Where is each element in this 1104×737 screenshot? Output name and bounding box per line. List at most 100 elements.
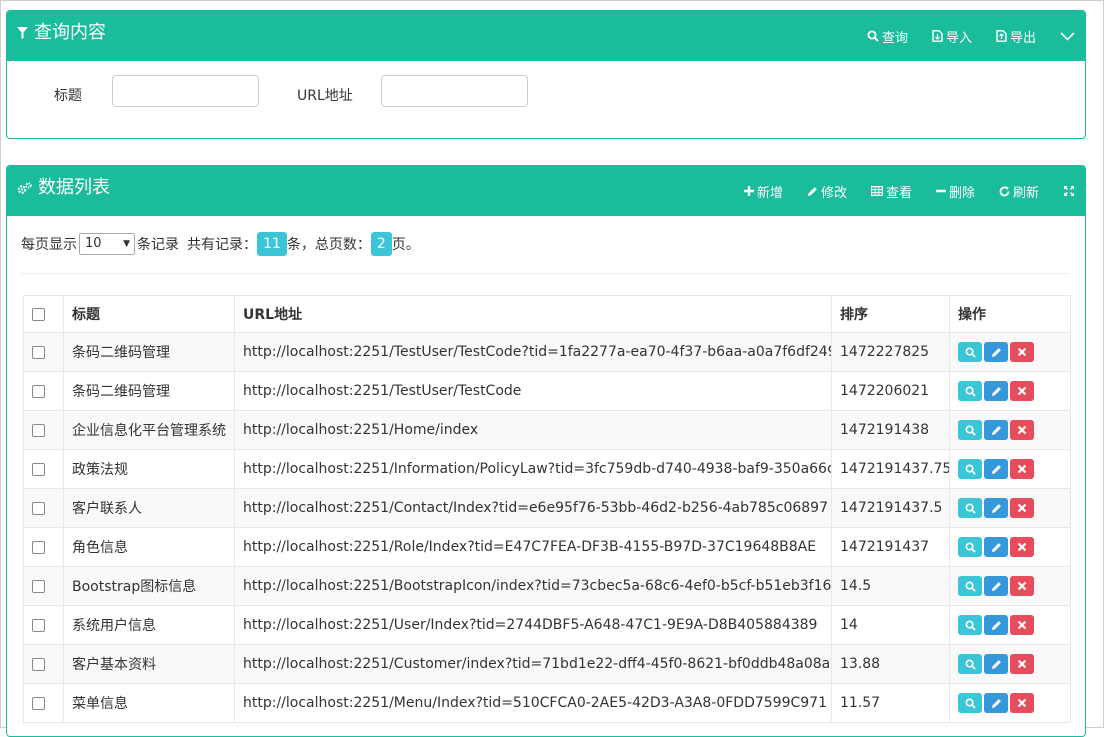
query-toolbar: 查询 导入 导出 — [843, 11, 1075, 61]
table-row[interactable]: 条码二维码管理 http://localhost:2251/TestUser/Te… — [23, 371, 1071, 411]
row-edit-button[interactable] — [984, 537, 1008, 557]
row-sort: 1472191438 — [831, 410, 950, 450]
row-url: http://localhost:2251/Contact/Index?tid=… — [234, 488, 832, 528]
search-icon — [965, 347, 976, 358]
row-title: 条码二维码管理 — [63, 332, 235, 372]
row-sort: 1472191437 — [831, 527, 950, 567]
table-row[interactable]: 菜单信息 http://localhost:2251/Menu/Index?tid… — [23, 683, 1071, 723]
row-edit-button[interactable] — [984, 342, 1008, 362]
row-view-button[interactable] — [958, 654, 982, 674]
row-checkbox[interactable] — [32, 657, 45, 671]
table-header-row: 标题 URL地址 排序 操作 — [23, 295, 1071, 333]
page-size-prefix: 每页显示 — [21, 237, 77, 253]
filter-icon — [17, 27, 28, 39]
table-row[interactable]: Bootstrap图标信息 http://localhost:2251/Boots… — [23, 566, 1071, 606]
edit-button[interactable]: 修改 — [807, 182, 847, 201]
row-select-cell — [23, 488, 64, 528]
collapse-button[interactable] — [1060, 31, 1075, 41]
row-checkbox[interactable] — [32, 423, 45, 437]
row-view-button[interactable] — [958, 381, 982, 401]
row-select-cell — [23, 332, 64, 372]
table-row[interactable]: 客户联系人 http://localhost:2251/Contact/Index… — [23, 488, 1071, 528]
row-url: http://localhost:2251/TestUser/TestCode?… — [234, 332, 832, 372]
row-title: 系统用户信息 — [63, 605, 235, 645]
row-view-button[interactable] — [958, 615, 982, 635]
table-row[interactable]: 企业信息化平台管理系统 http://localhost:2251/Home/in… — [23, 410, 1071, 450]
row-sort: 14.5 — [831, 566, 950, 606]
page-size-select[interactable]: 10 ▼ — [79, 233, 135, 255]
row-title: 企业信息化平台管理系统 — [63, 410, 235, 450]
row-delete-button[interactable] — [1010, 693, 1034, 713]
table-row[interactable]: 条码二维码管理 http://localhost:2251/TestUser/Te… — [23, 332, 1071, 372]
refresh-button[interactable]: 刷新 — [999, 182, 1039, 201]
row-actions — [949, 332, 1071, 372]
row-delete-button[interactable] — [1010, 459, 1034, 479]
row-delete-button[interactable] — [1010, 537, 1034, 557]
column-header-title[interactable]: 标题 — [63, 295, 235, 333]
row-delete-button[interactable] — [1010, 420, 1034, 440]
table-row[interactable]: 政策法规 http://localhost:2251/Information/Po… — [23, 449, 1071, 489]
column-header-sort[interactable]: 排序 — [831, 295, 950, 333]
row-edit-button[interactable] — [984, 381, 1008, 401]
row-checkbox[interactable] — [32, 345, 45, 359]
row-view-button[interactable] — [958, 693, 982, 713]
select-all-checkbox[interactable] — [32, 307, 45, 321]
row-view-button[interactable] — [958, 576, 982, 596]
table-row[interactable]: 客户基本资料 http://localhost:2251/Customer/ind… — [23, 644, 1071, 684]
row-checkbox[interactable] — [32, 462, 45, 476]
delete-button[interactable]: 删除 — [935, 182, 975, 201]
pencil-icon — [807, 186, 817, 196]
row-checkbox[interactable] — [32, 696, 45, 710]
row-delete-button[interactable] — [1010, 654, 1034, 674]
import-button[interactable]: 导入 — [932, 27, 972, 46]
row-actions — [949, 566, 1071, 606]
view-button[interactable]: 查看 — [870, 182, 912, 201]
pencil-icon — [991, 620, 1002, 631]
add-button[interactable]: 新增 — [743, 182, 783, 201]
search-icon — [965, 620, 976, 631]
row-url: http://localhost:2251/Role/Index?tid=E47… — [234, 527, 832, 567]
search-button[interactable]: 查询 — [867, 27, 908, 46]
row-view-button[interactable] — [958, 342, 982, 362]
pencil-icon — [991, 464, 1002, 475]
row-delete-button[interactable] — [1010, 342, 1034, 362]
list-panel-header: 数据列表 新增 修改 查看 删除 刷新 — [7, 166, 1085, 216]
row-view-button[interactable] — [958, 498, 982, 518]
divider — [21, 273, 1069, 274]
row-delete-button[interactable] — [1010, 498, 1034, 518]
fullscreen-button[interactable] — [1063, 185, 1075, 197]
row-url: http://localhost:2251/Home/index — [234, 410, 832, 450]
row-checkbox[interactable] — [32, 618, 45, 632]
close-icon — [1017, 503, 1027, 513]
row-edit-button[interactable] — [984, 498, 1008, 518]
row-checkbox[interactable] — [32, 579, 45, 593]
row-view-button[interactable] — [958, 537, 982, 557]
select-all-cell — [23, 295, 64, 333]
row-view-button[interactable] — [958, 420, 982, 440]
table-row[interactable]: 角色信息 http://localhost:2251/Role/Index?tid… — [23, 527, 1071, 567]
row-checkbox[interactable] — [32, 540, 45, 554]
row-edit-button[interactable] — [984, 459, 1008, 479]
records-label: 条记录 — [137, 237, 179, 253]
row-delete-button[interactable] — [1010, 615, 1034, 635]
row-edit-button[interactable] — [984, 654, 1008, 674]
pencil-icon — [991, 503, 1002, 514]
export-button[interactable]: 导出 — [996, 27, 1036, 46]
row-delete-button[interactable] — [1010, 381, 1034, 401]
table-row[interactable]: 系统用户信息 http://localhost:2251/User/Index?t… — [23, 605, 1071, 645]
row-edit-button[interactable] — [984, 576, 1008, 596]
row-sort: 1472191437.75 — [831, 449, 950, 489]
row-checkbox[interactable] — [32, 501, 45, 515]
url-input[interactable] — [381, 75, 528, 107]
close-icon — [1017, 620, 1027, 630]
gears-icon — [17, 181, 32, 194]
row-view-button[interactable] — [958, 459, 982, 479]
row-edit-button[interactable] — [984, 615, 1008, 635]
row-edit-button[interactable] — [984, 693, 1008, 713]
row-delete-button[interactable] — [1010, 576, 1034, 596]
title-input[interactable] — [112, 75, 259, 107]
import-button-label: 导入 — [945, 30, 972, 46]
column-header-url[interactable]: URL地址 — [234, 295, 832, 333]
row-edit-button[interactable] — [984, 420, 1008, 440]
row-checkbox[interactable] — [32, 384, 45, 398]
